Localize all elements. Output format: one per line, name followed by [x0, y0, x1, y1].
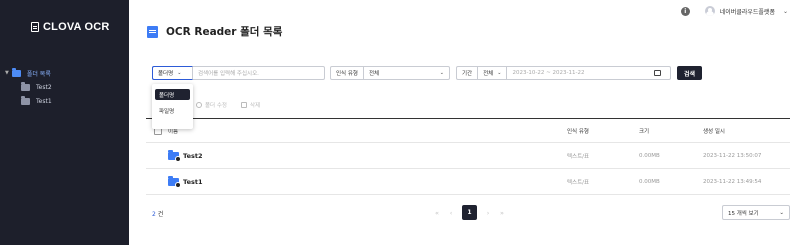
date-range-input[interactable]: 2023-10-22 ~ 2023-11-22: [507, 67, 670, 79]
name-search-group: 폴더명 ⌄ 검색어를 입력해 주십시오.: [152, 66, 325, 80]
app-window: CLOVA OCR ▼ 폴더 목록 Test2 Test1 i 네이버클라우드플…: [0, 0, 800, 245]
page-title-text: OCR Reader 폴더 목록: [166, 26, 283, 38]
trash-icon: [241, 102, 247, 108]
tree-item-label: Test2: [36, 83, 52, 91]
type-filter-value: 전체: [369, 71, 380, 77]
page-button-current[interactable]: 1: [462, 205, 477, 220]
header-size: 크기: [639, 128, 650, 135]
result-count: 2 건: [152, 209, 163, 218]
info-icon[interactable]: i: [680, 6, 690, 16]
row-created: 2023-11-22 13:50:07: [703, 152, 762, 159]
search-bar: 폴더명 ⌄ 검색어를 입력해 주십시오. 인식 유형 전체 ⌄ 기간 전체 ⌄ …: [152, 66, 703, 80]
tree-item-test2[interactable]: Test2: [0, 80, 129, 94]
count-unit: 건: [157, 211, 164, 218]
avatar[interactable]: [704, 6, 715, 16]
scope-option-file[interactable]: 파일명: [155, 105, 190, 116]
per-page-value: 15 개씩 보기: [728, 210, 759, 217]
pagination: « ‹ 1 › »: [430, 205, 509, 220]
date-range-placeholder: 2023-10-22 ~ 2023-11-22: [512, 70, 585, 76]
period-filter-label: 기간: [457, 67, 479, 79]
period-filter-value: 전체: [483, 71, 494, 77]
type-filter-label: 인식 유형: [331, 67, 364, 79]
folder-tree: ▼ 폴더 목록 Test2 Test1: [0, 66, 129, 108]
user-area: i 네이버클라우드플랫폼 ⌄: [680, 6, 788, 16]
chevron-down-icon: ⌄: [779, 209, 784, 216]
edit-icon: [196, 102, 202, 108]
next-page-button[interactable]: ›: [482, 209, 494, 217]
row-size: 0.00MB: [639, 152, 660, 159]
search-input[interactable]: 검색어를 입력해 주십시오.: [193, 67, 264, 79]
folder-icon: [168, 149, 181, 162]
per-page-select[interactable]: 15 개씩 보기 ⌄: [722, 205, 790, 220]
row-name[interactable]: Test1: [183, 178, 202, 186]
folder-toolbar: 폴더 수정 삭제: [196, 101, 274, 109]
search-button[interactable]: 검색: [677, 66, 703, 80]
tree-item-folder-list[interactable]: ▼ 폴더 목록: [0, 66, 129, 80]
tree-item-test1[interactable]: Test1: [0, 94, 129, 108]
folder-table: 이름 인식 유형 크기 생성 일시 Test2 텍스트/표 0.00MB 202…: [146, 118, 790, 195]
search-scope-select[interactable]: 폴더명 ⌄: [152, 66, 193, 80]
prev-page-button[interactable]: ‹: [445, 209, 457, 217]
folder-icon: [21, 81, 30, 91]
row-name-cell[interactable]: Test2: [168, 149, 202, 162]
tree-item-label: Test1: [36, 97, 52, 105]
row-size: 0.00MB: [639, 178, 660, 185]
caret-down-icon[interactable]: ▼: [5, 70, 9, 76]
chevron-down-icon: ⌄: [497, 70, 502, 76]
edit-folder-label: 폴더 수정: [205, 103, 227, 109]
period-filter-select[interactable]: 전체 ⌄: [478, 67, 508, 79]
row-type: 텍스트/표: [567, 179, 590, 186]
folder-icon: [11, 67, 21, 77]
page-title: OCR Reader 폴더 목록: [147, 24, 282, 39]
user-name[interactable]: 네이버클라우드플랫폼: [720, 7, 775, 16]
document-icon: [147, 25, 158, 38]
search-scope-value: 폴더명: [158, 71, 174, 77]
row-name[interactable]: Test2: [183, 152, 202, 160]
first-page-button[interactable]: «: [431, 209, 443, 217]
calendar-icon[interactable]: [654, 70, 661, 76]
row-type: 텍스트/표: [567, 153, 590, 160]
period-filter-group: 기간 전체 ⌄ 2023-10-22 ~ 2023-11-22: [456, 66, 671, 80]
table-row[interactable]: Test1 텍스트/표 0.00MB 2023-11-22 13:49:54: [146, 169, 790, 195]
brand-name: CLOVA OCR: [43, 21, 110, 33]
chevron-down-icon: ⌄: [177, 70, 182, 76]
chevron-down-icon[interactable]: ⌄: [783, 8, 788, 15]
row-name-cell[interactable]: Test1: [168, 175, 202, 188]
edit-folder-button[interactable]: 폴더 수정: [196, 101, 227, 109]
sidebar: CLOVA OCR ▼ 폴더 목록 Test2 Test1: [0, 0, 129, 245]
scope-option-folder[interactable]: 폴더명: [155, 89, 190, 100]
delete-button[interactable]: 삭제: [241, 101, 260, 109]
document-icon: [31, 22, 39, 32]
chevron-down-icon: ⌄: [439, 70, 444, 76]
header-created: 생성 일시: [703, 128, 725, 135]
type-filter-group: 인식 유형 전체 ⌄: [330, 66, 450, 80]
folder-icon: [168, 175, 181, 188]
type-filter-select[interactable]: 전체 ⌄: [364, 67, 449, 79]
delete-label: 삭제: [250, 103, 261, 109]
table-header: 이름 인식 유형 크기 생성 일시: [146, 118, 790, 143]
last-page-button[interactable]: »: [496, 209, 508, 217]
folder-icon: [21, 95, 30, 105]
header-type: 인식 유형: [567, 128, 589, 135]
brand-logo[interactable]: CLOVA OCR: [31, 21, 110, 33]
search-scope-dropdown: 폴더명 파일명: [152, 84, 193, 129]
table-row[interactable]: Test2 텍스트/표 0.00MB 2023-11-22 13:50:07: [146, 143, 790, 169]
row-created: 2023-11-22 13:49:54: [703, 178, 762, 185]
count-number: 2: [152, 211, 156, 218]
tree-item-label: 폴더 목록: [26, 70, 51, 78]
